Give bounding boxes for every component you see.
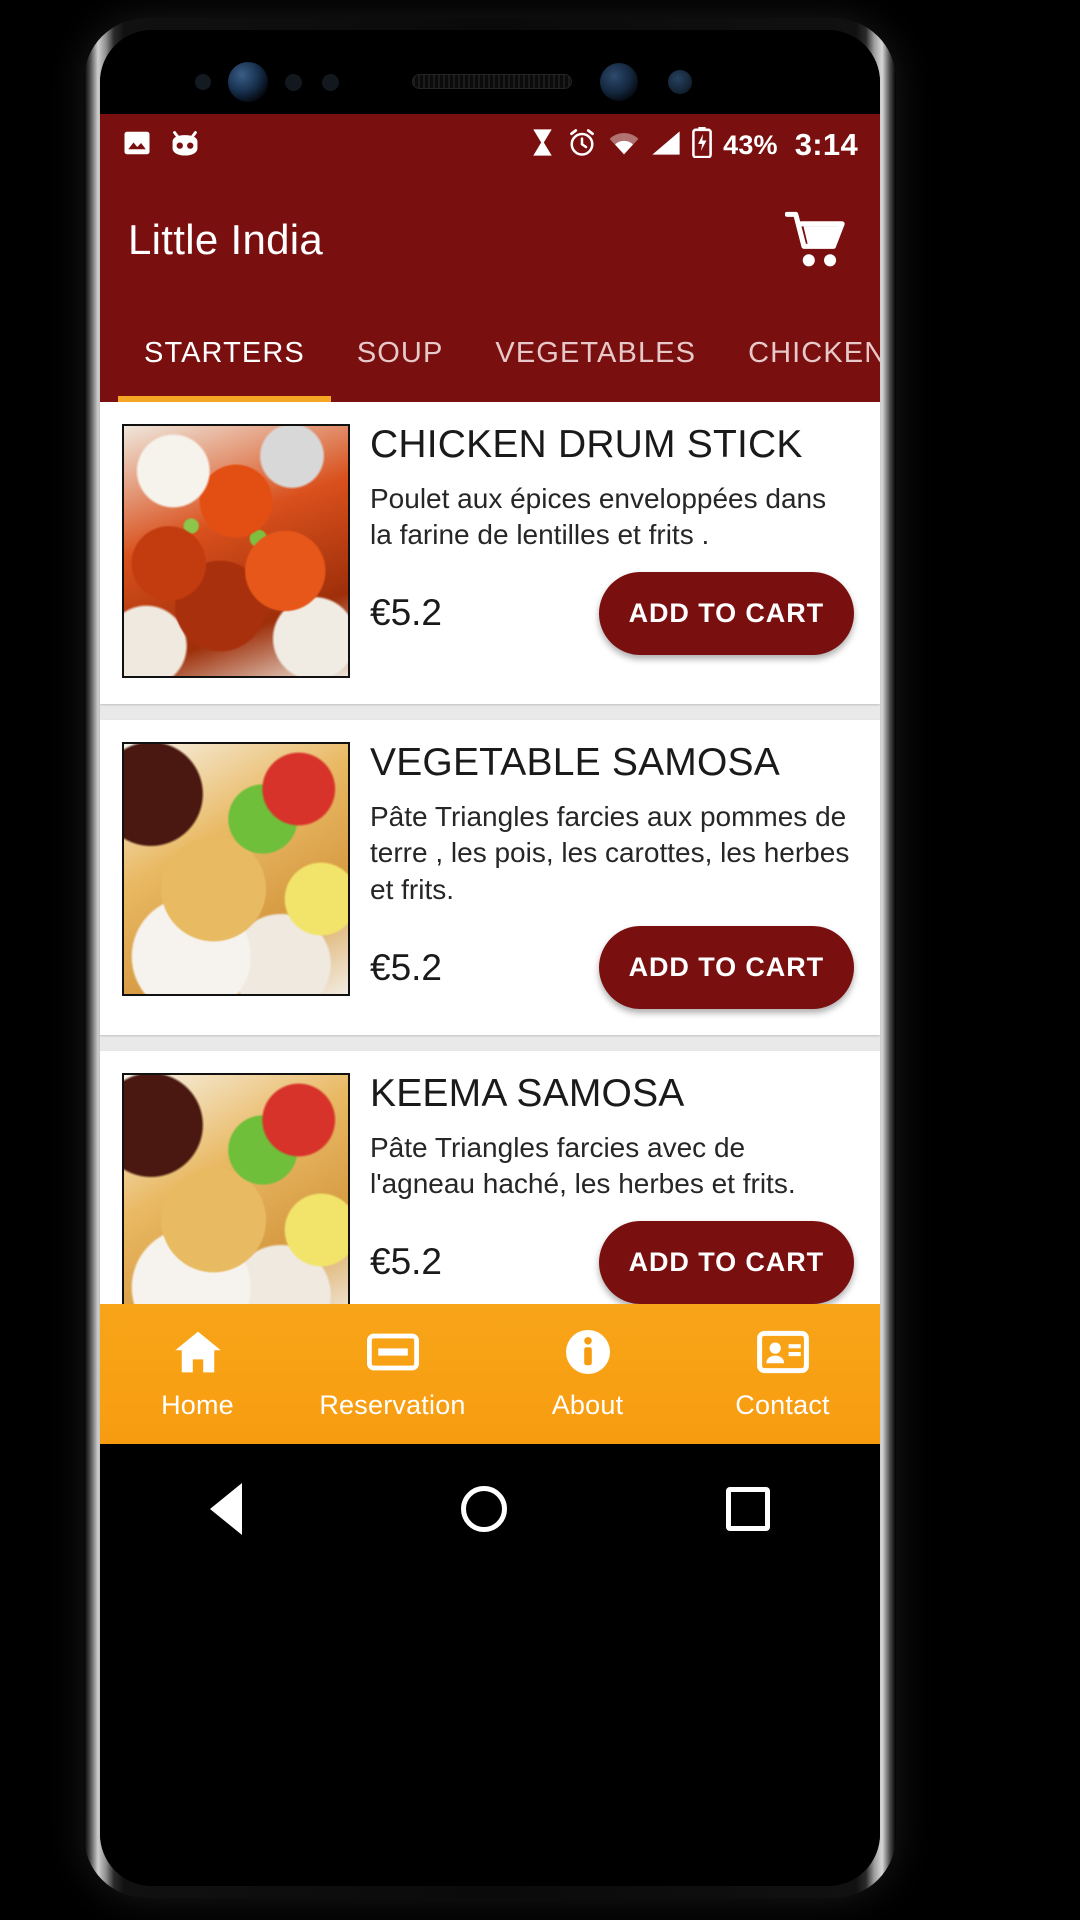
status-bar-left-icons (122, 128, 202, 163)
menu-item-details: KEEMA SAMOSA Pâte Triangles farcies avec… (370, 1072, 854, 1327)
wifi-icon (608, 130, 640, 161)
tab-label: VEGETABLES (495, 336, 697, 369)
menu-item-description: Pâte Triangles farcies avec de l'agneau … (370, 1131, 796, 1200)
signal-icon (651, 130, 681, 161)
menu-item-details: VEGETABLE SAMOSA Pâte Triangles farcies … (370, 741, 854, 1010)
iris-scanner-icon (668, 70, 692, 94)
menu-item-image (122, 1073, 350, 1328)
menu-item-image (122, 742, 350, 996)
menu-item-price: €5.2 (370, 946, 443, 988)
menu-item-price: €5.2 (370, 592, 443, 634)
phone-bottom-bezel (100, 1574, 880, 1886)
status-clock: 3:14 (794, 127, 858, 162)
menu-item-details: CHICKEN DRUM STICK Poulet aux épices env… (370, 423, 854, 678)
menu-item-title: CHICKEN DRUM STICK (370, 423, 803, 466)
info-icon (562, 1328, 614, 1381)
nav-item-home[interactable]: Home (100, 1304, 295, 1444)
menu-item-title: KEEMA SAMOSA (370, 1072, 685, 1116)
menu-item-card[interactable]: CHICKEN DRUM STICK Poulet aux épices env… (100, 402, 880, 704)
tab-label: STARTERS (144, 336, 305, 369)
home-circle-icon[interactable] (460, 1486, 507, 1532)
phone-top-bezel (100, 30, 880, 114)
status-bar: 43% 3:14 (100, 114, 880, 176)
tab-starters[interactable]: STARTERS (118, 304, 331, 402)
nav-label: Contact (735, 1389, 830, 1420)
menu-item-title: VEGETABLE SAMOSA (370, 741, 780, 784)
cyanogenmod-icon (168, 128, 202, 163)
menu-item-description: Pâte Triangles farcies aux pommes de ter… (370, 800, 850, 905)
sensor-icon (322, 74, 339, 91)
add-to-cart-button[interactable]: ADD TO CART (598, 571, 854, 655)
reservation-card-icon (366, 1328, 419, 1381)
nav-label: About (551, 1389, 624, 1420)
android-navigation-bar[interactable] (100, 1444, 880, 1574)
front-camera-icon (600, 63, 638, 101)
recents-square-icon[interactable] (726, 1487, 771, 1531)
add-to-cart-button[interactable]: ADD TO CART (598, 926, 854, 1010)
tab-label: SOUP (356, 336, 444, 369)
alarm-icon (567, 128, 597, 163)
tab-vegetables[interactable]: VEGETABLES (469, 304, 722, 402)
menu-item-action-row: €5.2 ADD TO CART (370, 1220, 854, 1304)
page-title: Little India (128, 216, 324, 263)
sensor-icon (195, 74, 211, 90)
front-camera-icon (228, 62, 268, 102)
category-tab-bar[interactable]: STARTERS SOUP VEGETABLES CHICKEN (100, 304, 880, 402)
earpiece-speaker (412, 74, 572, 89)
menu-item-price: €5.2 (370, 1241, 443, 1283)
tab-soup[interactable]: SOUP (331, 304, 470, 402)
app-screen: 43% 3:14 Little India STARTERS SOUP VEGE… (100, 114, 880, 1444)
bottom-navigation-bar[interactable]: Home Reservation About Contact (100, 1304, 880, 1444)
menu-item-description: Poulet aux épices enveloppées dans la fa… (370, 482, 827, 551)
menu-item-image (122, 424, 350, 678)
nav-label: Home (161, 1389, 234, 1420)
tab-label: CHICKEN (748, 336, 880, 369)
contact-card-icon (756, 1328, 809, 1381)
menu-item-action-row: €5.2 ADD TO CART (370, 571, 854, 655)
status-bar-right-icons: 43% 3:14 (529, 127, 858, 163)
nav-item-about[interactable]: About (490, 1304, 685, 1444)
battery-charging-icon (692, 127, 712, 163)
nav-item-reservation[interactable]: Reservation (295, 1304, 490, 1444)
image-icon (122, 128, 152, 163)
add-to-cart-button[interactable]: ADD TO CART (598, 1220, 854, 1304)
tab-chicken[interactable]: CHICKEN (722, 304, 880, 402)
phone-screen-area: 43% 3:14 Little India STARTERS SOUP VEGE… (100, 30, 880, 1886)
nav-item-contact[interactable]: Contact (685, 1304, 880, 1444)
home-icon (172, 1328, 224, 1381)
back-triangle-icon[interactable] (209, 1483, 242, 1535)
battery-percentage: 43% (723, 129, 778, 160)
hourglass-icon (529, 128, 556, 162)
menu-item-list[interactable]: CHICKEN DRUM STICK Poulet aux épices env… (100, 402, 880, 1444)
shopping-cart-icon[interactable] (782, 209, 852, 271)
sensor-icon (285, 74, 302, 91)
menu-item-card[interactable]: VEGETABLE SAMOSA Pâte Triangles farcies … (100, 720, 880, 1036)
app-bar: Little India (100, 176, 880, 304)
nav-label: Reservation (319, 1389, 466, 1420)
menu-item-action-row: €5.2 ADD TO CART (370, 926, 854, 1010)
